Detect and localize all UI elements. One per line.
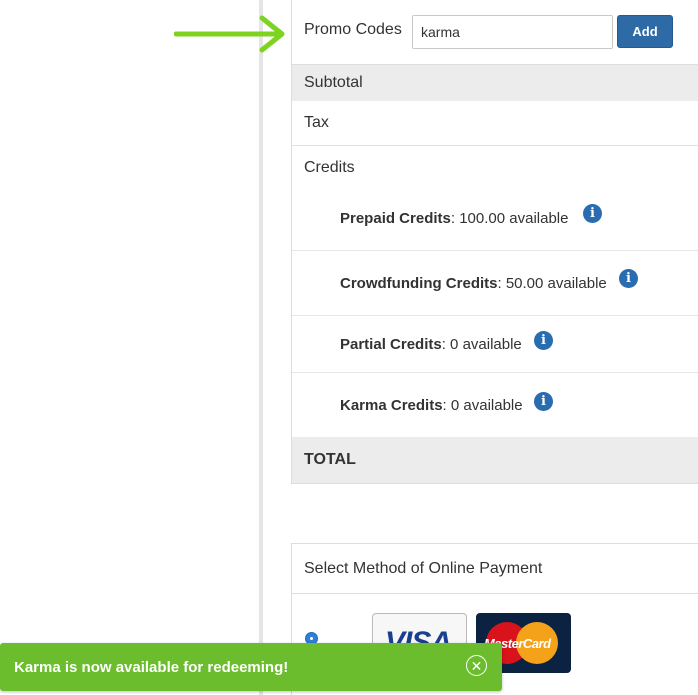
credit-row-partial: Partial Credits: 0 available i [292,316,698,373]
credit-detail: : 100.00 available [450,210,569,227]
subtotal-row: Subtotal [292,64,698,101]
promo-code-label: Promo Codes [304,21,402,38]
tax-row: Tax [292,101,698,146]
tax-label: Tax [304,114,329,131]
credit-detail: : 0 available [442,397,523,414]
add-promo-button[interactable]: Add [617,15,673,48]
notification-toast: Karma is now available for redeeming! ✕ [0,643,502,691]
divider [292,593,698,594]
payment-method-title: Select Method of Online Payment [304,560,543,577]
credit-row-prepaid: Prepaid Credits: 100.00 available i [292,186,698,251]
total-label: TOTAL [304,451,356,468]
credit-name: Prepaid Credits [340,210,451,227]
credit-name: Crowdfunding Credits [340,275,498,292]
credit-name: Karma Credits [340,397,443,414]
credit-detail: : 0 available [441,336,522,353]
close-circle-icon[interactable]: ✕ [466,655,487,676]
credit-row-crowdfunding: Crowdfunding Credits: 50.00 available i [292,251,698,316]
credits-label: Credits [304,159,355,176]
credit-name: Partial Credits [340,336,442,353]
subtotal-label: Subtotal [304,74,363,91]
green-arrow-annotation [174,15,285,53]
column-divider [259,0,263,695]
total-row: TOTAL [292,437,698,483]
promo-code-input[interactable] [412,15,613,49]
credits-header: Credits [292,146,698,186]
info-icon[interactable]: i [583,204,602,223]
credit-detail: : 50.00 available [497,275,607,292]
order-summary-panel: Promo Codes Add Subtotal Tax Credits Pre… [291,0,698,484]
promo-code-row: Promo Codes Add [292,0,698,64]
toast-message: Karma is now available for redeeming! [14,659,289,676]
info-icon[interactable]: i [534,392,553,411]
credit-row-karma: Karma Credits: 0 available i [292,373,698,437]
info-icon[interactable]: i [619,269,638,288]
info-icon[interactable]: i [534,331,553,350]
